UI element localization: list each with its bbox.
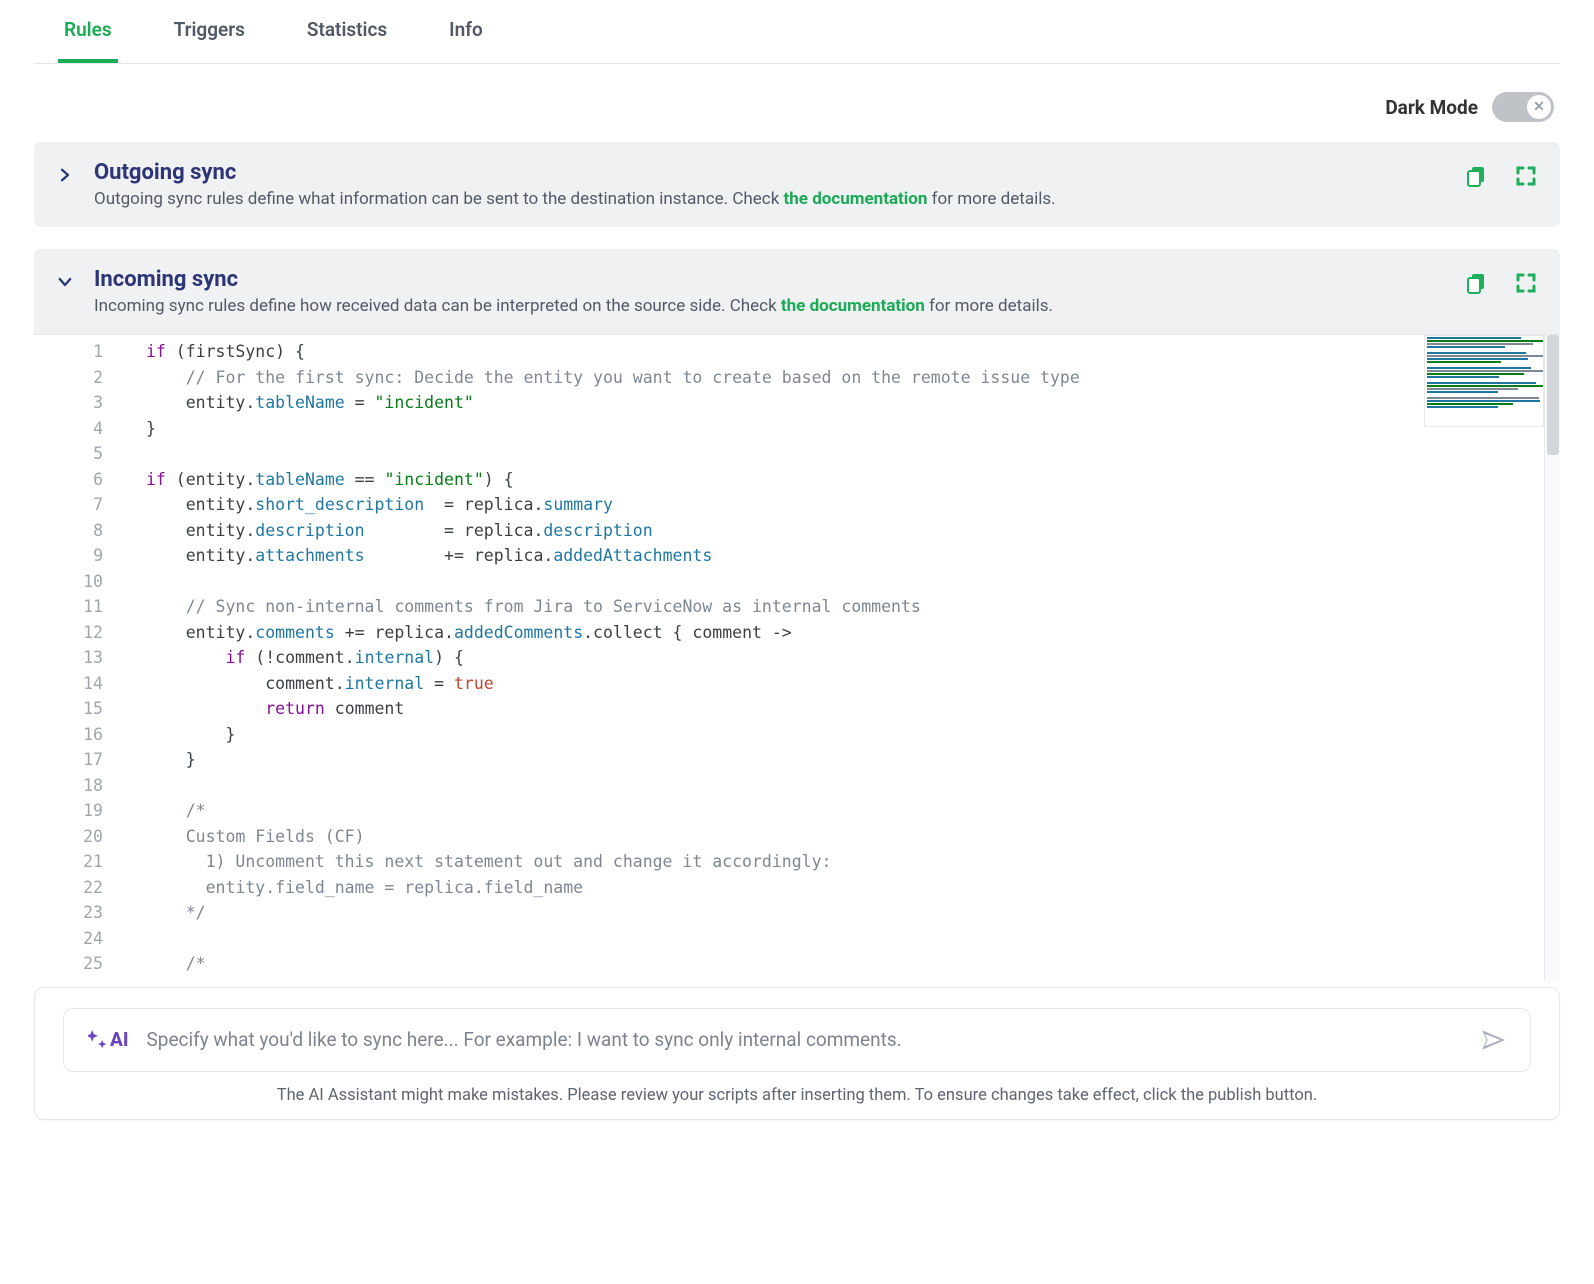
tab-info[interactable]: Info (443, 18, 489, 63)
close-icon: ✕ (1527, 95, 1551, 119)
ai-disclaimer: The AI Assistant might make mistakes. Pl… (63, 1086, 1531, 1105)
scrollbar-thumb[interactable] (1547, 335, 1559, 455)
ai-placeholder: Specify what you'd like to sync here... … (147, 1028, 1463, 1051)
outgoing-title: Outgoing sync (94, 160, 1444, 185)
tab-rules[interactable]: Rules (58, 18, 118, 63)
ai-assistant-panel: AI Specify what you'd like to sync here.… (34, 987, 1560, 1120)
ai-badge: AI (88, 1028, 129, 1051)
ai-input[interactable]: AI Specify what you'd like to sync here.… (63, 1008, 1531, 1072)
send-icon[interactable] (1480, 1027, 1506, 1053)
incoming-doc-link[interactable]: the documentation (781, 296, 925, 316)
expand-icon[interactable] (1514, 271, 1538, 295)
vertical-scrollbar[interactable] (1544, 335, 1560, 981)
copy-icon[interactable] (1464, 271, 1488, 295)
outgoing-subtitle: Outgoing sync rules define what informat… (94, 189, 1444, 209)
minimap[interactable] (1424, 335, 1544, 427)
dark-mode-row: Dark Mode ✕ (34, 64, 1560, 142)
code-editor[interactable]: 1234567891011121314151617181920212223242… (34, 334, 1560, 981)
dark-mode-label: Dark Mode (1385, 96, 1478, 119)
line-number-gutter: 1234567891011121314151617181920212223242… (34, 335, 122, 981)
chevron-right-icon (56, 166, 74, 184)
incoming-panel: Incoming sync Incoming sync rules define… (34, 249, 1560, 981)
tab-triggers[interactable]: Triggers (168, 18, 251, 63)
outgoing-panel: Outgoing sync Outgoing sync rules define… (34, 142, 1560, 227)
incoming-panel-header[interactable]: Incoming sync Incoming sync rules define… (34, 249, 1560, 334)
tab-bar: Rules Triggers Statistics Info (34, 0, 1560, 64)
code-content[interactable]: if (firstSync) { // For the first sync: … (122, 335, 1080, 981)
incoming-title: Incoming sync (94, 267, 1444, 292)
dark-mode-toggle[interactable]: ✕ (1492, 92, 1554, 122)
sparkle-icon (88, 1030, 108, 1050)
outgoing-panel-header[interactable]: Outgoing sync Outgoing sync rules define… (34, 142, 1560, 227)
expand-icon[interactable] (1514, 164, 1538, 188)
outgoing-doc-link[interactable]: the documentation (784, 189, 928, 209)
incoming-subtitle: Incoming sync rules define how received … (94, 296, 1444, 316)
tab-statistics[interactable]: Statistics (301, 18, 393, 63)
copy-icon[interactable] (1464, 164, 1488, 188)
chevron-down-icon (56, 273, 74, 291)
